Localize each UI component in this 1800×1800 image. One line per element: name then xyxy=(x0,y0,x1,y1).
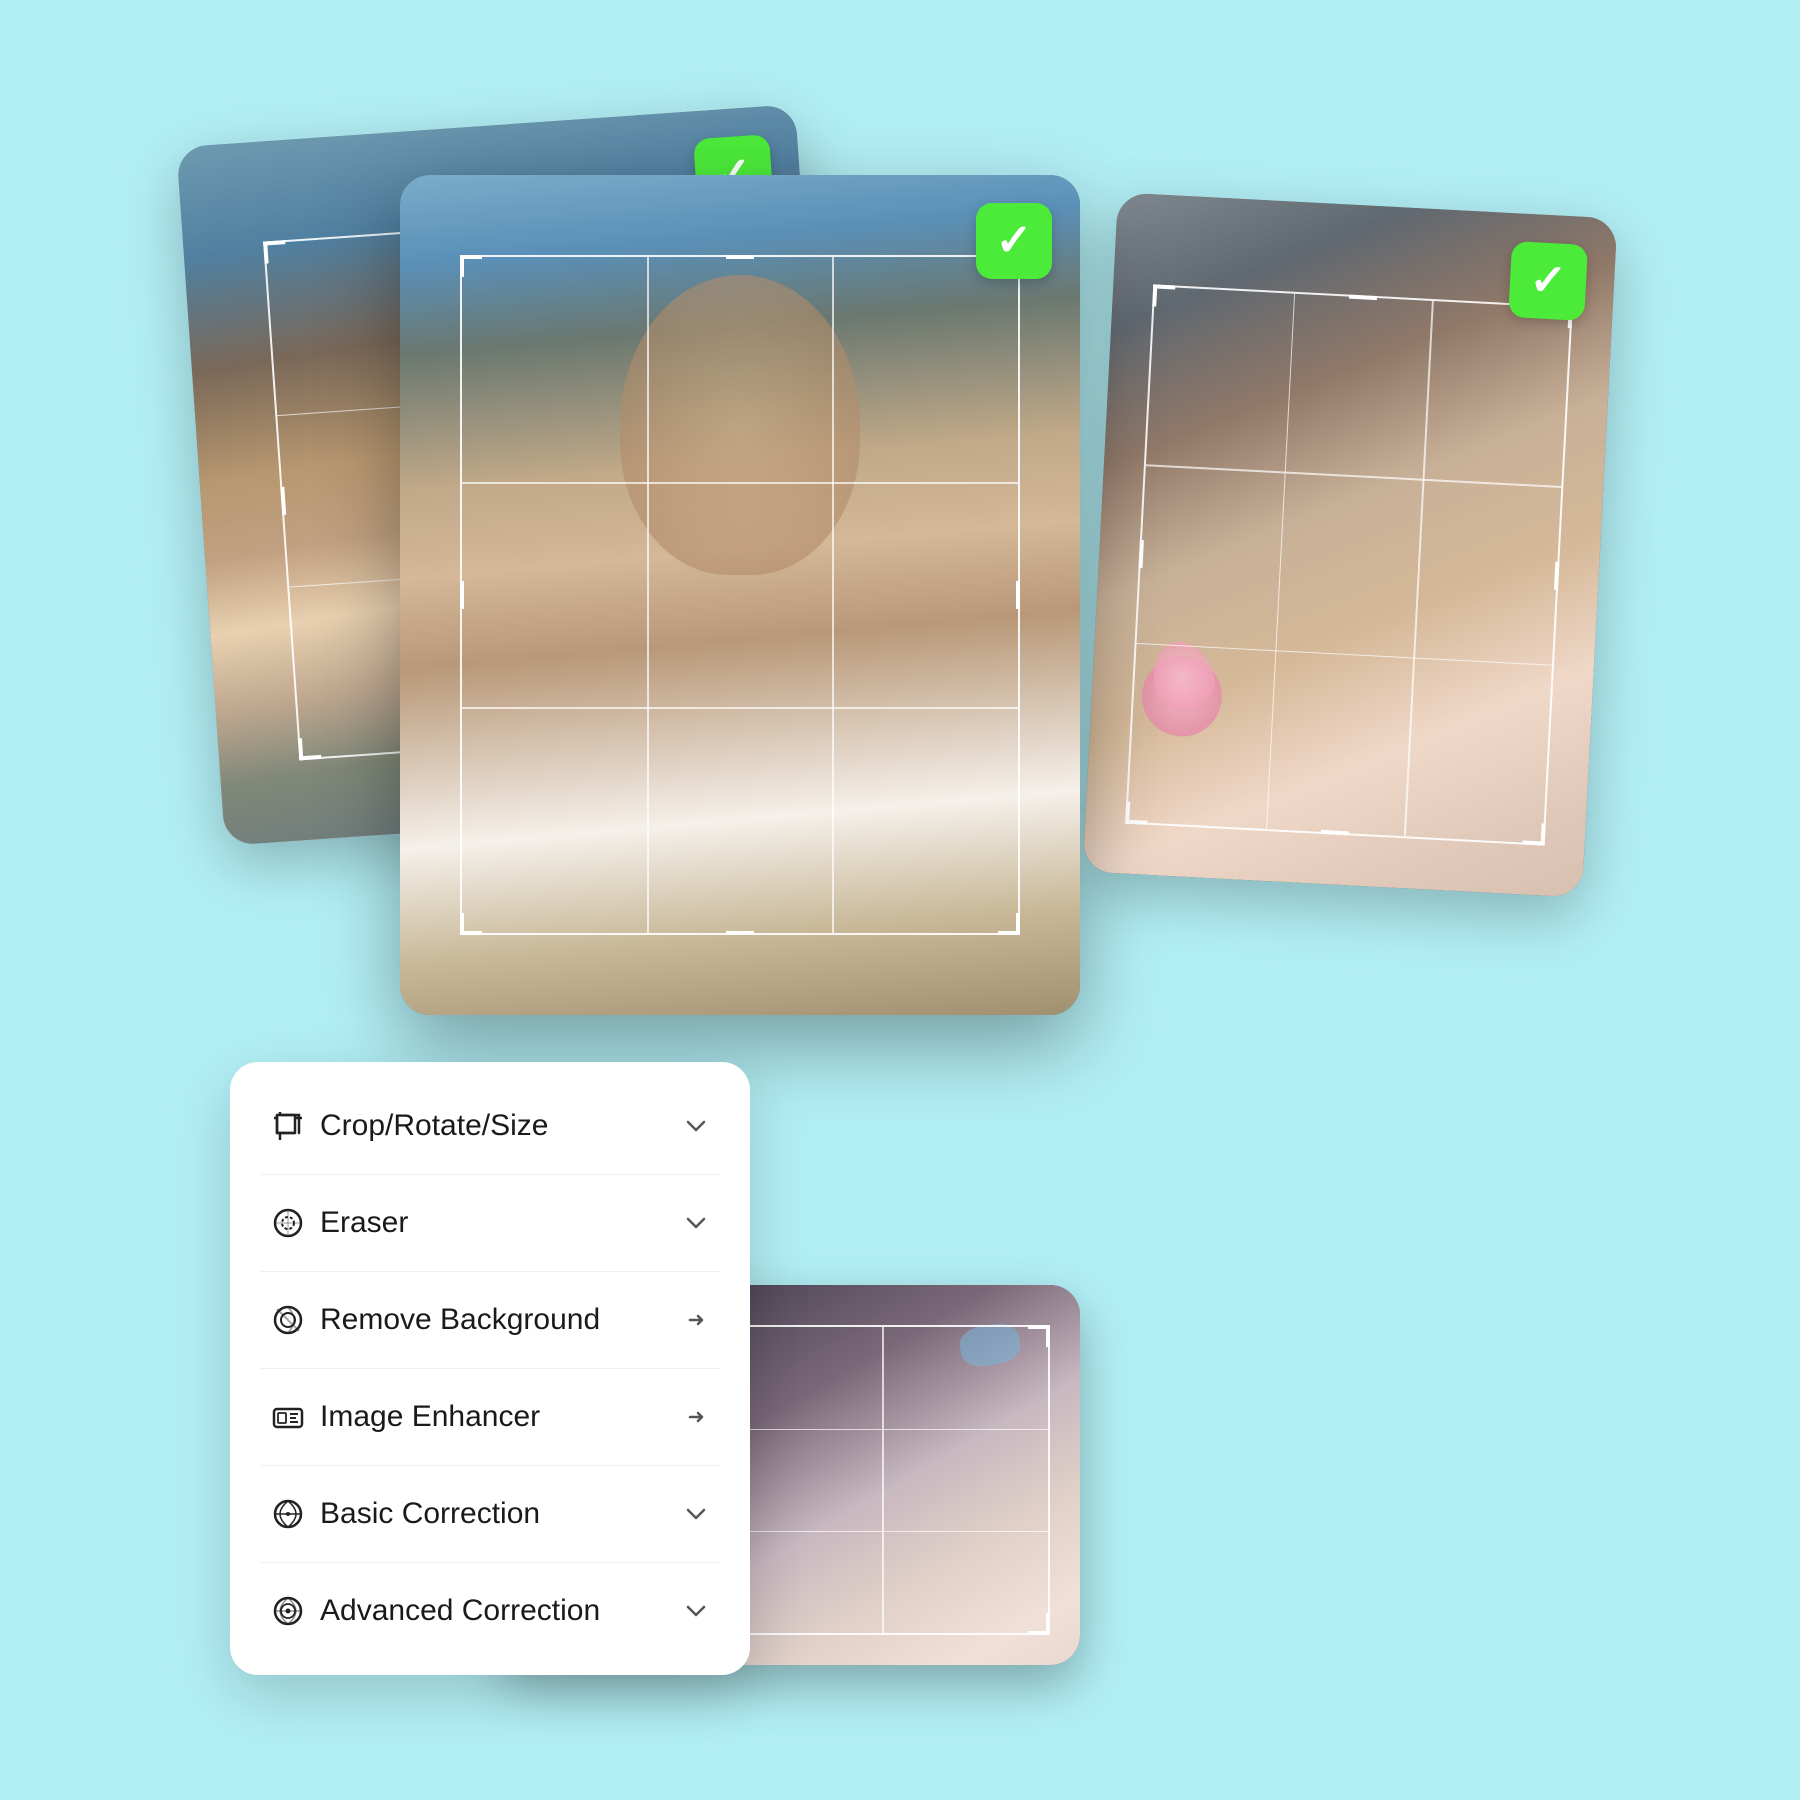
menu-item-eraser[interactable]: Eraser xyxy=(230,1175,750,1271)
enhancer-icon xyxy=(266,1395,310,1439)
menu-item-remove-bg[interactable]: Remove Background xyxy=(230,1272,750,1368)
remove-bg-icon xyxy=(266,1298,310,1342)
menu-item-crop[interactable]: Crop/Rotate/Size xyxy=(230,1078,750,1174)
menu-arrow-eraser xyxy=(678,1205,714,1241)
advanced-correction-icon xyxy=(266,1589,310,1633)
menu-arrow-basic-correction xyxy=(678,1496,714,1532)
card-back-right xyxy=(1083,192,1618,897)
menu-label-advanced-correction: Advanced Correction xyxy=(320,1594,678,1628)
eraser-icon xyxy=(266,1201,310,1245)
crop-icon xyxy=(266,1104,310,1148)
menu-arrow-remove-bg xyxy=(678,1302,714,1338)
scene: Crop/Rotate/Size Eraser xyxy=(200,125,1600,1675)
menu-item-advanced-correction[interactable]: Advanced Correction xyxy=(230,1563,750,1659)
menu-arrow-crop xyxy=(678,1108,714,1144)
card-center xyxy=(400,175,1080,1015)
check-badge-back-right xyxy=(1508,241,1588,321)
menu-panel: Crop/Rotate/Size Eraser xyxy=(230,1062,750,1675)
menu-label-basic-correction: Basic Correction xyxy=(320,1497,678,1531)
menu-label-crop: Crop/Rotate/Size xyxy=(320,1109,678,1143)
menu-label-remove-bg: Remove Background xyxy=(320,1303,678,1337)
menu-item-basic-correction[interactable]: Basic Correction xyxy=(230,1466,750,1562)
menu-label-enhancer: Image Enhancer xyxy=(320,1400,678,1434)
basic-correction-icon xyxy=(266,1492,310,1536)
menu-arrow-enhancer xyxy=(678,1399,714,1435)
menu-arrow-advanced-correction xyxy=(678,1593,714,1629)
check-badge-center xyxy=(976,203,1052,279)
menu-label-eraser: Eraser xyxy=(320,1206,678,1240)
menu-item-enhancer[interactable]: Image Enhancer xyxy=(230,1369,750,1465)
